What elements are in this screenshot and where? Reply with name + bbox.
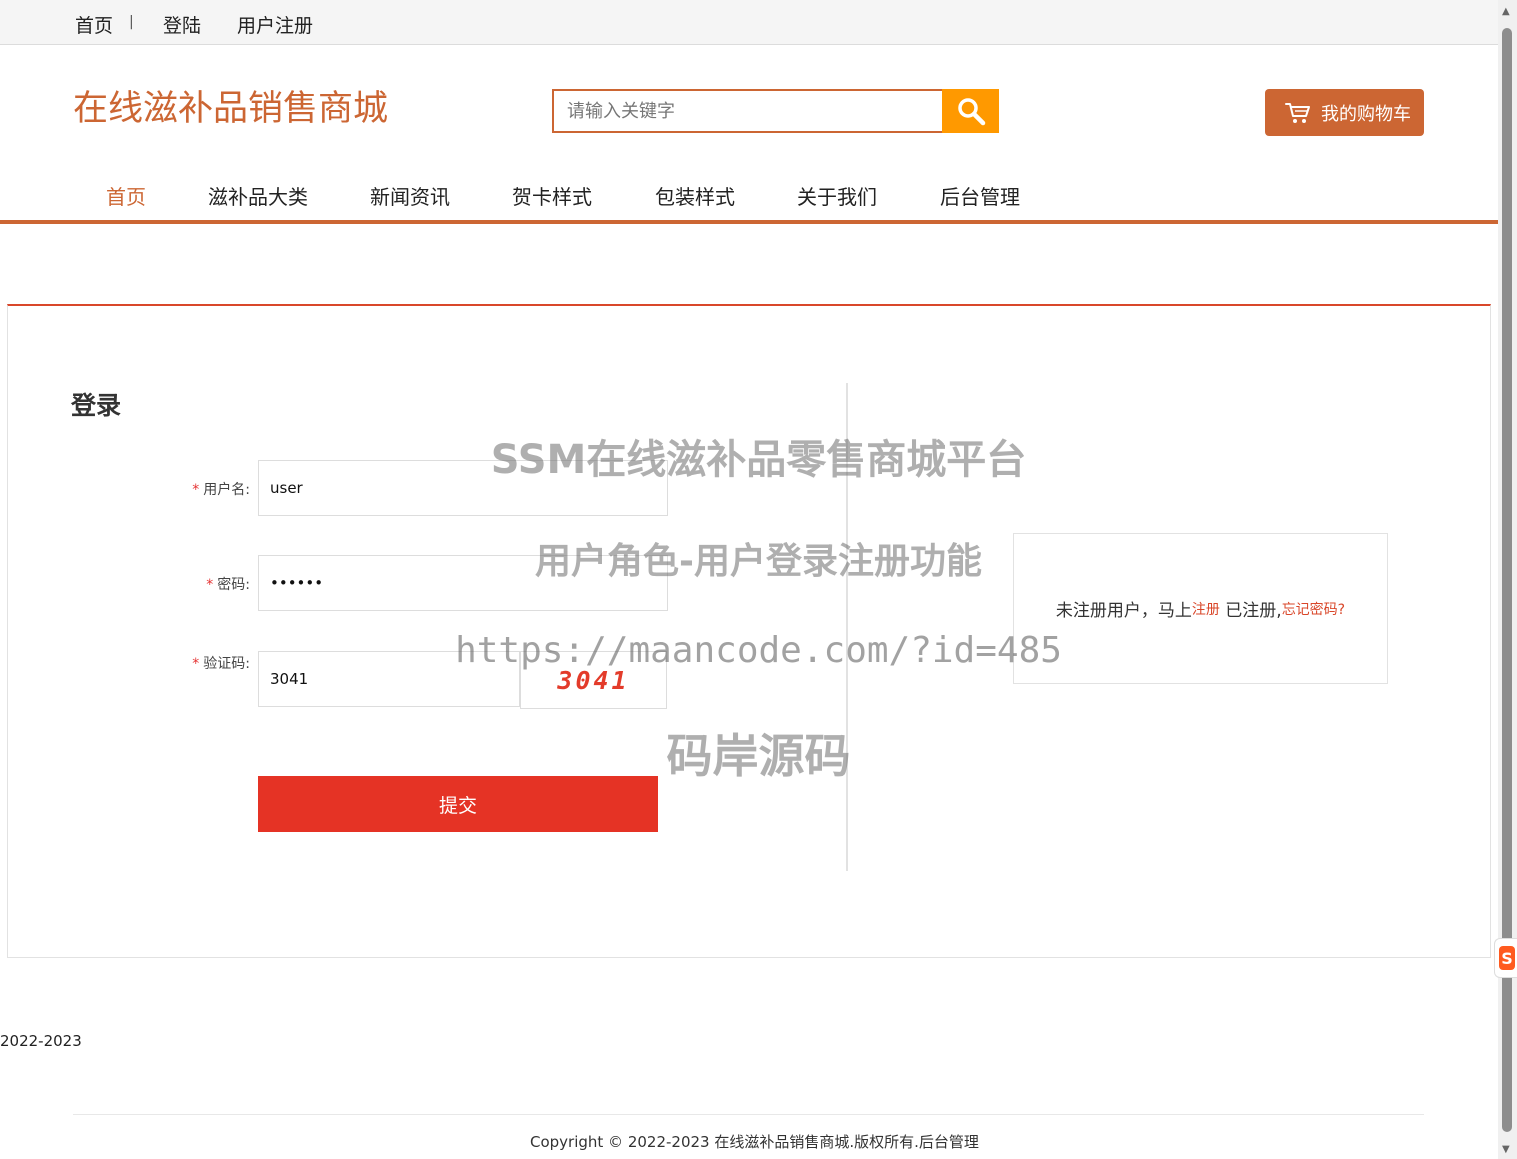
login-title: 登录 [71,391,122,420]
password-input[interactable] [258,555,668,611]
nav-item-card-styles[interactable]: 贺卡样式 [512,181,592,210]
registered-text: 已注册, [1219,601,1282,621]
svg-text:S: S [1501,949,1513,968]
nav-item-admin[interactable]: 后台管理 [940,181,1020,210]
magnifier-icon [956,96,986,126]
top-bar: 首页 | 登陆 用户注册 [0,0,1498,45]
scroll-up-arrow-icon[interactable]: ▲ [1502,6,1510,17]
submit-button[interactable]: 提交 [258,776,658,832]
vertical-scrollbar[interactable]: ▲ ▼ [1498,0,1517,1159]
floating-s-badge-icon[interactable]: S [1494,938,1517,978]
copyright: Copyright © 2022-2023 在线滋补品销售商城.版权所有.后台管… [530,1131,979,1152]
forgot-password-link[interactable]: 忘记密码? [1282,599,1345,619]
vertical-divider [846,383,848,871]
nav-item-packaging-styles[interactable]: 包装样式 [655,181,735,210]
search-box [552,89,944,133]
register-prompt-text: 未注册用户，马上 [1055,601,1192,621]
shopping-cart-icon [1285,101,1311,125]
top-link-login[interactable]: 登陆 [163,11,201,38]
footer-divider [73,1114,1424,1115]
required-mark: * [206,577,214,593]
scroll-down-arrow-icon[interactable]: ▼ [1502,1144,1510,1155]
required-mark: * [192,482,200,498]
top-link-register[interactable]: 用户注册 [237,11,313,38]
captcha-image[interactable]: 3041 [520,651,667,709]
nav-item-news[interactable]: 新闻资讯 [370,181,450,210]
site-title[interactable]: 在线滋补品销售商城 [73,80,388,131]
footer-admin-link[interactable]: 后台管理 [919,1133,979,1151]
copyright-text: Copyright © 2022-2023 在线滋补品销售商城.版权所有. [530,1133,919,1151]
top-link-home[interactable]: 首页 [75,11,113,38]
nav-item-about-us[interactable]: 关于我们 [797,181,877,210]
my-cart-button[interactable]: 我的购物车 [1265,89,1424,136]
register-prompt-box: 未注册用户，马上 注册 已注册, 忘记密码? [1013,533,1388,684]
top-link-separator: | [129,14,134,30]
cart-label: 我的购物车 [1321,103,1411,125]
search-input[interactable] [554,91,937,131]
required-mark: * [192,656,200,672]
main-nav: 首页 滋补品大类 新闻资讯 贺卡样式 包装样式 关于我们 后台管理 [0,170,1498,224]
login-panel: 登录 *用户名: *密码: *验证码: 3041 提交 未注册用户，马上注册 已… [7,304,1491,958]
register-link[interactable]: 注册 [1192,599,1220,619]
nav-item-categories[interactable]: 滋补品大类 [208,181,308,210]
captcha-label: * 验证码: [192,656,250,672]
footer-years: 2022-2023 [0,1032,82,1050]
username-label: * 用户名: [192,482,250,498]
captcha-input[interactable] [258,651,520,707]
username-input[interactable] [258,460,668,516]
password-label: * 密码: [206,577,250,593]
nav-item-home[interactable]: 首页 [106,181,146,210]
search-button[interactable] [942,89,999,133]
